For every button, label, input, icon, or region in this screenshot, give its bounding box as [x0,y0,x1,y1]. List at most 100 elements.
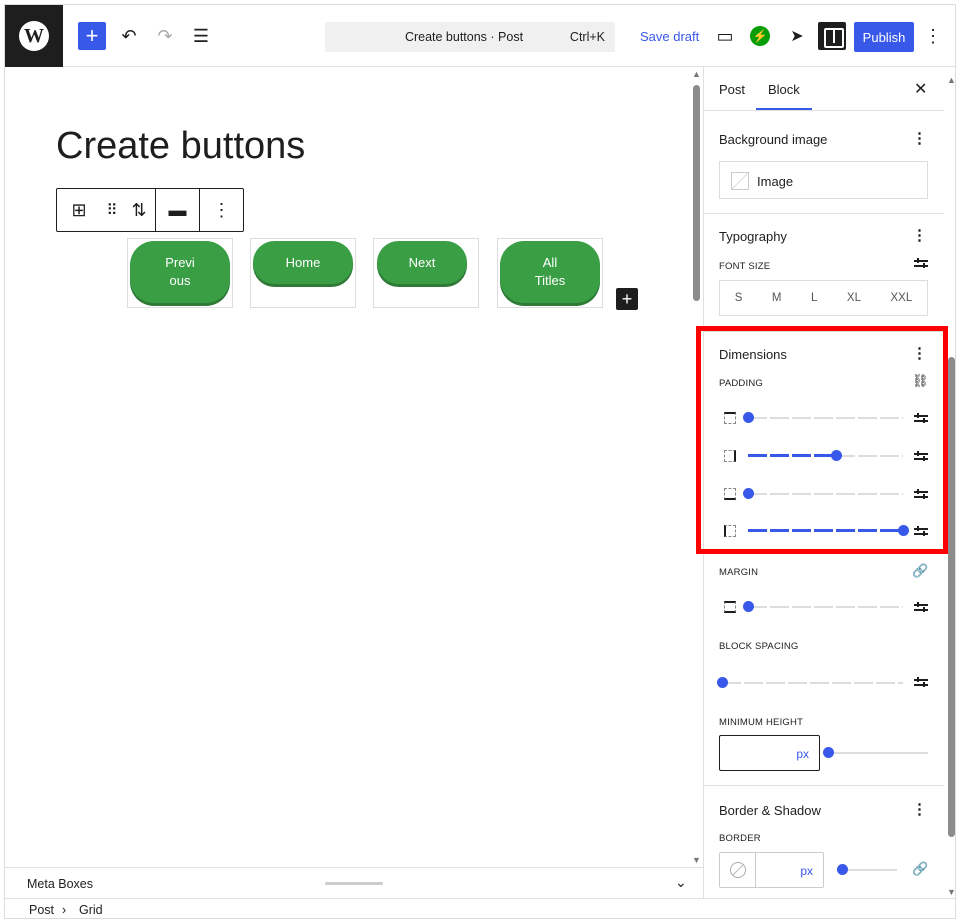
meta-boxes-panel[interactable]: Meta Boxes ⌄ [5,867,703,898]
tab-block[interactable]: Block [768,82,800,97]
panel-options-icon[interactable]: ⋮ [912,226,927,244]
minimum-height-slider[interactable] [828,752,928,754]
scroll-up-icon[interactable]: ▲ [692,69,701,79]
panel-divider [704,785,944,786]
border-width-input[interactable]: px [719,852,824,888]
unit-select[interactable]: px [796,747,809,761]
wordpress-logo-button[interactable]: W [5,5,63,67]
button-label: All [542,255,558,270]
resize-handle[interactable] [325,882,383,885]
block-spacing-thumb[interactable] [717,677,728,688]
panel-options-icon[interactable]: ⋮ [912,800,927,818]
publish-button[interactable]: Publish [854,22,914,52]
font-size-picker: S M L XL XXL [719,280,928,316]
options-more-icon[interactable]: ⋮ [923,22,943,50]
custom-size-icon[interactable] [914,257,928,269]
meta-boxes-label: Meta Boxes [27,877,94,891]
post-title[interactable]: Create buttons [56,125,305,168]
button-label: Next [408,254,436,270]
margin-slider[interactable] [748,606,903,608]
font-size-s[interactable]: S [735,292,743,304]
border-label: BORDER [719,833,761,844]
chevron-down-icon[interactable]: ⌄ [675,874,687,891]
breadcrumb-item-grid[interactable]: Grid [79,903,103,917]
border-color-swatch[interactable] [720,853,756,887]
background-image-title: Background image [719,132,828,147]
command-shortcut: Ctrl+K [569,30,605,44]
panel-options-icon[interactable]: ⋮ [912,129,927,147]
block-toolbar: ⊞ ⠿ ⇅ ▬ ⋮ [56,188,244,232]
breadcrumb-item-post[interactable]: Post [29,903,54,917]
margin-vertical-icon [724,601,736,613]
minimum-height-input[interactable]: px [719,735,820,771]
tab-post[interactable]: Post [719,82,745,97]
image-label: Image [757,174,794,189]
all-titles-button[interactable]: All Titles [500,241,600,303]
button-cell[interactable]: All Titles [497,238,603,308]
scroll-down-icon[interactable]: ▼ [947,887,955,897]
font-size-l[interactable]: L [811,292,817,304]
block-more-icon[interactable]: ⋮ [200,189,243,231]
typography-title: Typography [719,229,787,244]
close-icon[interactable]: ✕ [914,79,927,99]
grid-block-icon[interactable]: ⊞ [57,189,101,231]
scroll-up-icon[interactable]: ▲ [947,75,955,85]
add-block-inline-icon[interactable]: + [616,288,638,310]
image-placeholder-icon [731,172,749,190]
margin-custom-icon[interactable] [914,601,928,613]
wordpress-logo-icon: W [19,21,49,51]
margin-label: MARGIN [719,567,759,578]
command-palette-bar[interactable]: Create buttons · Post Ctrl+K [325,22,615,52]
scroll-down-icon[interactable]: ▼ [692,855,701,865]
active-tab-indicator [756,108,812,110]
background-image-picker[interactable]: Image [719,161,928,199]
button-cell[interactable]: Next [373,238,479,308]
link-sides-icon[interactable]: 🔗 [912,563,928,579]
button-label: Titles [534,273,566,288]
add-block-icon[interactable]: + [78,22,106,50]
drag-handle-icon[interactable]: ⠿ [101,189,123,231]
block-spacing-custom-icon[interactable] [914,676,928,688]
scrollbar-thumb[interactable] [693,85,700,301]
next-button[interactable]: Next [377,241,467,284]
breadcrumb-separator: › [62,903,67,917]
previous-button[interactable]: Previ ous [130,241,230,303]
border-shadow-title: Border & Shadow [719,803,821,818]
send-icon[interactable]: ➤ [785,22,809,50]
scrollbar-thumb[interactable] [948,357,955,837]
font-size-xl[interactable]: XL [847,292,861,304]
home-button[interactable]: Home [253,241,353,284]
sidebar-tabs: Post Block ✕ [704,67,944,111]
jetpack-icon[interactable]: ⚡ [750,26,770,46]
margin-thumb[interactable] [743,601,754,612]
font-size-xxl[interactable]: XXL [891,292,913,304]
dimensions-highlight-box [696,326,948,554]
preview-icon[interactable]: ▭ [713,22,737,50]
minimum-height-thumb[interactable] [823,747,834,758]
border-width-thumb[interactable] [837,864,848,875]
button-label: ous [169,273,191,288]
document-title: Create buttons · Post [404,30,524,44]
button-cell[interactable]: Home [250,238,356,308]
list-view-icon[interactable]: ☰ [189,22,213,50]
align-icon[interactable]: ▬ [156,189,199,231]
breadcrumb: Post › Grid [5,898,955,918]
move-up-down-icon[interactable]: ⇅ [123,189,155,231]
button-cell[interactable]: Previ ous [127,238,233,308]
font-size-label: FONT SIZE [719,261,771,272]
button-label: Home [285,254,321,270]
minimum-height-label: MINIMUM HEIGHT [719,717,804,728]
link-sides-icon[interactable]: 🔗 [912,861,928,877]
undo-icon[interactable]: ↶ [117,22,141,50]
settings-sidebar-icon[interactable] [818,22,846,50]
unit-select[interactable]: px [800,864,813,878]
font-size-m[interactable]: M [772,292,782,304]
top-toolbar: W + ↶ ↷ ☰ Create buttons · Post Ctrl+K S… [5,5,955,67]
panel-divider [704,213,944,214]
block-spacing-slider[interactable] [722,682,903,684]
save-draft-button[interactable]: Save draft [640,29,699,44]
redo-icon[interactable]: ↷ [153,22,177,50]
editor-canvas: Create buttons ⊞ ⠿ ⇅ ▬ ⋮ Previ ous Home N… [5,67,703,867]
block-spacing-label: BLOCK SPACING [719,641,799,652]
button-label: Previ [165,255,195,270]
